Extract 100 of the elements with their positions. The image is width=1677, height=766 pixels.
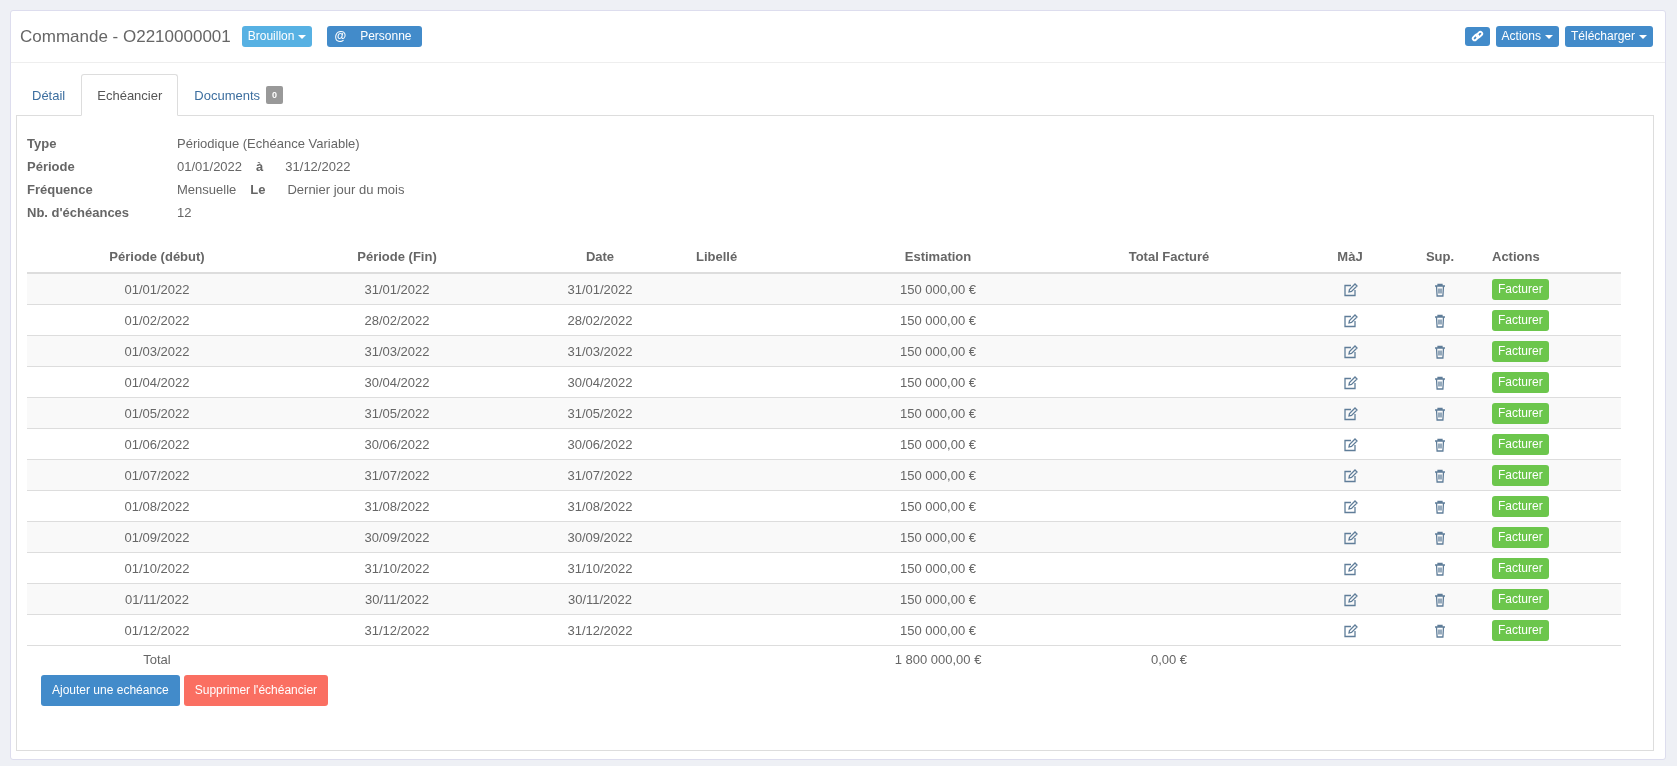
trash-icon[interactable] (1434, 561, 1446, 576)
table-cell: 150 000,00 € (900, 498, 976, 514)
invoice-button[interactable]: Facturer (1492, 309, 1549, 331)
column-header: Période (Fin) (357, 248, 437, 264)
table-cell: 31/12/2022 (364, 622, 430, 638)
invoice-button[interactable]: Facturer (1492, 557, 1549, 579)
trash-icon[interactable] (1434, 437, 1446, 452)
field-label: Période (27, 159, 76, 174)
table-cell: 30/11/2022 (364, 591, 430, 607)
invoice-button[interactable]: Facturer (1492, 464, 1549, 486)
dropdown-button[interactable]: Actions (1495, 26, 1559, 47)
edit-icon[interactable] (1342, 468, 1358, 483)
table-cell: 31/05/2022 (567, 405, 633, 421)
total-label: Total (143, 651, 171, 667)
caret-icon (1544, 34, 1553, 39)
table-cell: 30/04/2022 (567, 374, 633, 390)
column-header: Estimation (904, 248, 972, 264)
table-cell: 150 000,00 € (900, 281, 976, 297)
table-cell: 31/12/2022 (567, 622, 633, 638)
edit-icon[interactable] (1342, 282, 1358, 297)
invoice-button[interactable]: Facturer (1492, 588, 1549, 610)
column-header: Actions (1492, 248, 1540, 264)
column-header: Sup. (1425, 248, 1455, 264)
edit-icon[interactable] (1342, 406, 1358, 421)
table-cell: 150 000,00 € (900, 529, 976, 545)
table-cell: 30/06/2022 (364, 436, 430, 452)
trash-icon[interactable] (1434, 375, 1446, 390)
column-header: Libellé (696, 248, 738, 264)
invoice-button[interactable]: Facturer (1492, 340, 1549, 362)
edit-icon[interactable] (1342, 623, 1358, 638)
table-cell: 01/09/2022 (124, 529, 190, 545)
invoice-button[interactable]: Facturer (1492, 526, 1549, 548)
invoice-button[interactable]: Facturer (1492, 402, 1549, 424)
trash-icon[interactable] (1434, 468, 1446, 483)
table-cell: 31/07/2022 (364, 467, 430, 483)
table-cell: 150 000,00 € (900, 312, 976, 328)
caret-icon (298, 34, 307, 39)
status-dropdown[interactable]: Brouillon (241, 26, 313, 47)
add-button[interactable]: Ajouter une echéance (41, 675, 180, 706)
table-cell: 01/10/2022 (124, 560, 190, 576)
edit-icon[interactable] (1342, 499, 1358, 514)
trash-icon[interactable] (1434, 282, 1446, 297)
trash-icon[interactable] (1434, 623, 1446, 638)
caret-icon (1639, 34, 1647, 39)
trash-icon[interactable] (1434, 592, 1446, 607)
table-cell: 31/03/2022 (364, 343, 430, 359)
trash-icon[interactable] (1434, 499, 1446, 514)
tab[interactable]: Détail (16, 74, 82, 116)
tab-label: Echéancier (97, 87, 163, 103)
field-label: Nb. d'échéances (27, 205, 131, 220)
edit-icon[interactable] (1342, 530, 1358, 545)
trash-icon[interactable] (1434, 344, 1446, 359)
edit-icon[interactable] (1342, 561, 1358, 576)
field-value: 12 (177, 205, 192, 220)
field-value: Mensuelle (177, 182, 237, 197)
edit-icon[interactable] (1342, 375, 1358, 390)
trash-icon[interactable] (1434, 313, 1446, 328)
field-value: 31/12/2022 (285, 159, 351, 174)
field-value: Périodique (Echéance Variable) (177, 136, 360, 151)
table-cell: 31/08/2022 (364, 498, 430, 514)
table-cell: 28/02/2022 (364, 312, 430, 328)
invoice-button[interactable]: Facturer (1492, 278, 1549, 300)
tab-label: Détail (32, 87, 66, 103)
table-cell: 150 000,00 € (900, 467, 976, 483)
table-cell: 150 000,00 € (900, 374, 976, 390)
trash-icon[interactable] (1434, 406, 1446, 421)
table-cell: 01/01/2022 (124, 281, 190, 297)
edit-icon[interactable] (1342, 592, 1358, 607)
invoice-button[interactable]: Facturer (1492, 619, 1549, 641)
invoice-button[interactable]: Facturer (1492, 495, 1549, 517)
link-icon (1470, 30, 1484, 43)
table-cell: 150 000,00 € (900, 436, 976, 452)
page-title: Commande - O2210000001 (20, 26, 231, 47)
table-cell: 31/08/2022 (567, 498, 633, 514)
total-value: 1 800 000,00 € (894, 651, 982, 667)
table-cell: 150 000,00 € (900, 405, 976, 421)
edit-icon[interactable] (1342, 344, 1358, 359)
trash-icon[interactable] (1434, 530, 1446, 545)
table-cell: 150 000,00 € (900, 591, 976, 607)
field-value: Le (250, 182, 266, 197)
table-cell: 31/05/2022 (364, 405, 430, 421)
edit-icon[interactable] (1342, 437, 1358, 452)
table-cell: 30/09/2022 (364, 529, 430, 545)
tab[interactable]: Documents 0 (178, 74, 300, 116)
tab[interactable]: Echéancier (81, 74, 179, 116)
column-header: MàJ (1337, 248, 1363, 264)
invoice-button[interactable]: Facturer (1492, 371, 1549, 393)
link-button[interactable] (1464, 27, 1490, 46)
count-badge: 0 (266, 86, 284, 104)
table-cell: 31/07/2022 (567, 467, 633, 483)
invoice-button[interactable]: Facturer (1492, 433, 1549, 455)
contact-button[interactable]: @ Personne (327, 26, 422, 47)
table-cell: 01/02/2022 (124, 312, 190, 328)
table-cell: 31/10/2022 (567, 560, 633, 576)
delete-button[interactable]: Supprimer l'échéancier (183, 675, 329, 706)
column-header: Période (début) (109, 248, 205, 264)
dropdown-button[interactable]: Télécharger (1564, 26, 1653, 47)
edit-icon[interactable] (1342, 313, 1358, 328)
table-cell: 31/01/2022 (364, 281, 430, 297)
table-cell: 31/03/2022 (567, 343, 633, 359)
